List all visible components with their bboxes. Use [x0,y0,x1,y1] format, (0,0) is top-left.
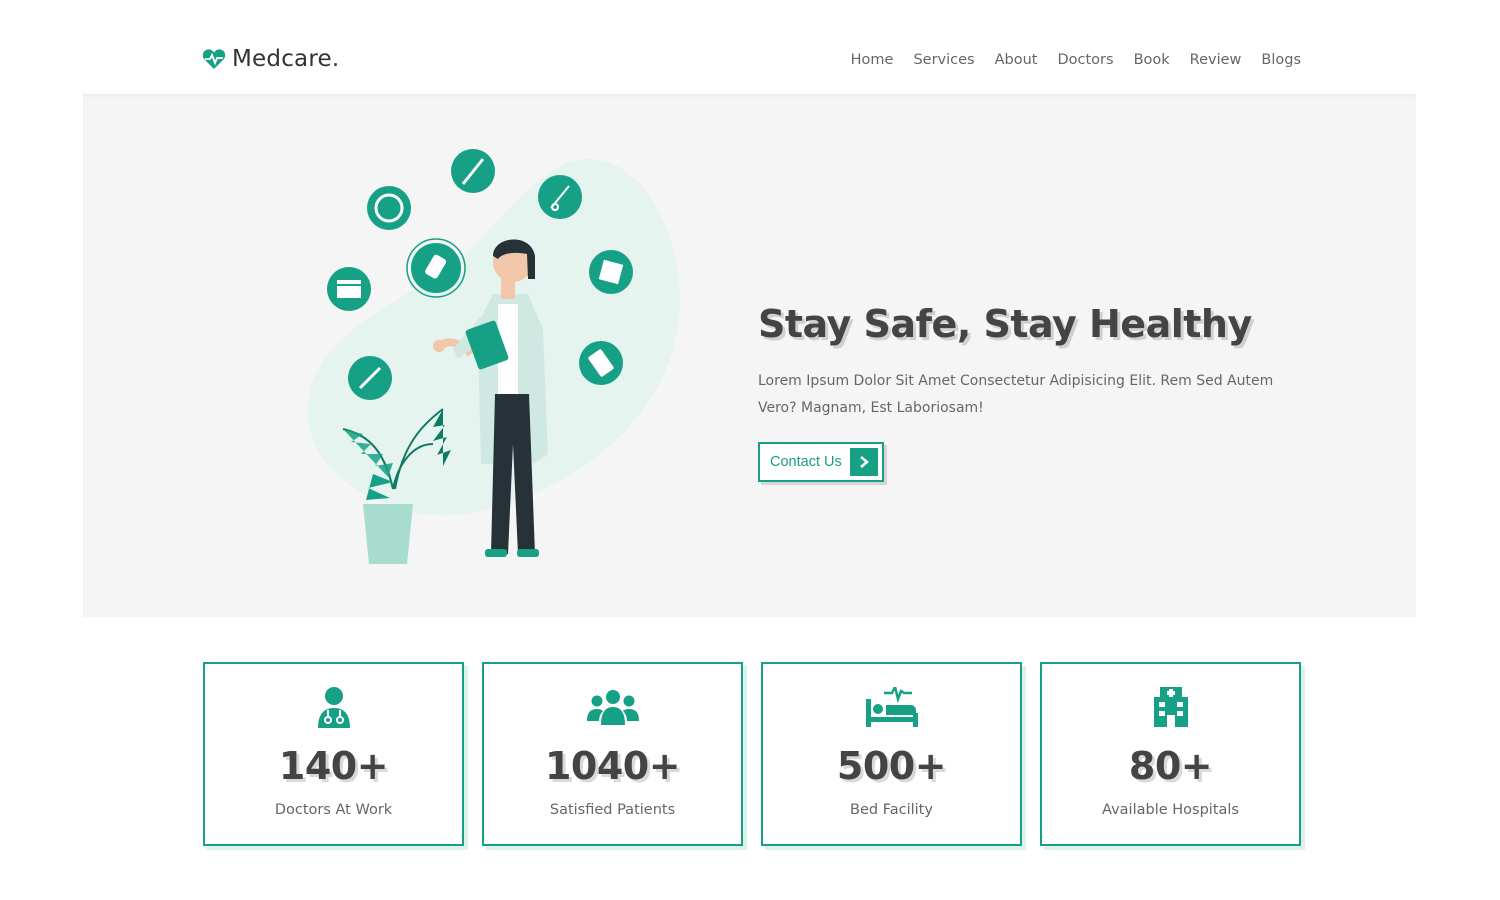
logo-text: Medcare. [232,46,340,72]
stat-card-patients: 1040+ Satisfied Patients [482,662,743,846]
hero-section: Stay Safe, Stay Healthy Lorem Ipsum Dolo… [83,94,1416,617]
stat-label: Doctors At Work [274,802,393,818]
nav-about[interactable]: About [995,48,1038,72]
stats-section: 140+ Doctors At Work 1040+ Satisfied Pat… [203,662,1301,846]
logo[interactable]: Medcare. [202,44,339,74]
doctor-illustration [303,144,693,574]
main-nav: Home Services About Doctors Book Review … [851,48,1301,72]
stat-card-hospitals: 80+ Available Hospitals [1040,662,1301,846]
hero-description: Lorem Ipsum Dolor Sit Amet Consectetur A… [758,373,1274,416]
chevron-right-icon [849,448,878,476]
nav-blogs[interactable]: Blogs [1261,48,1301,72]
contact-us-label: Contact Us [770,454,842,470]
stat-label: Available Hospitals [1102,802,1239,818]
heartbeat-icon [202,48,226,70]
stat-label: Satisfied Patients [549,802,676,818]
stat-number: 1040+ [544,744,681,788]
nav-review[interactable]: Review [1190,48,1242,72]
stat-card-beds: 500+ Bed Facility [761,662,1022,846]
contact-us-button[interactable]: Contact Us [758,442,884,482]
stat-label: Bed Facility [850,802,933,818]
nav-home[interactable]: Home [851,48,894,72]
hospital-icon [1042,686,1299,728]
stat-number: 500+ [836,744,947,788]
header: Medcare. Home Services About Doctors Boo… [0,0,1500,94]
hero-title: Stay Safe, Stay Healthy [758,302,1252,346]
stat-number: 140+ [278,744,389,788]
stat-number: 80+ [1128,744,1213,788]
user-doctor-icon [205,686,462,728]
hero-content: Stay Safe, Stay Healthy Lorem Ipsum Dolo… [758,302,1318,482]
nav-doctors[interactable]: Doctors [1057,48,1113,72]
users-icon [484,686,741,728]
stat-card-doctors: 140+ Doctors At Work [203,662,464,846]
procedures-bed-icon [763,686,1020,728]
nav-book[interactable]: Book [1134,48,1170,72]
nav-services[interactable]: Services [913,48,974,72]
